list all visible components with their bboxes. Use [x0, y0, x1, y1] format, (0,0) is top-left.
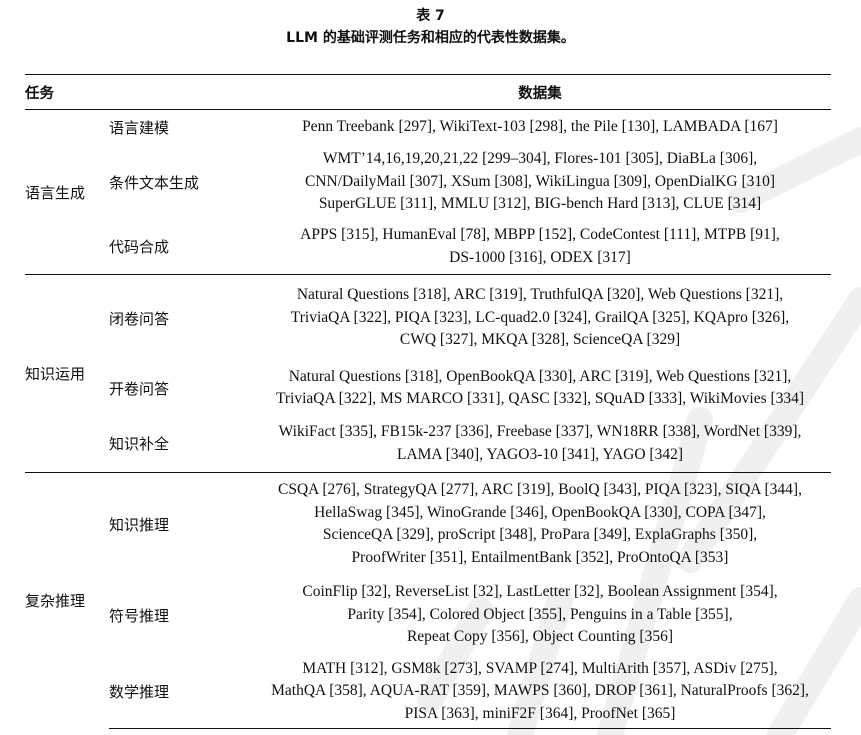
dataset-cell: CoinFlip [32], ReverseList [32], LastLet…: [302, 583, 778, 646]
dataset-cell: WMT’14,16,19,20,21,22 [299–304], Flores-…: [304, 150, 776, 213]
table-row: 知识补全 WikiFact [335], FB15k-237 [336], Fr…: [25, 415, 831, 473]
dataset-cell: APPS [315], HumanEval [78], MBPP [152], …: [300, 226, 780, 266]
table-row: 开卷问答 Natural Questions [318], OpenBookQA…: [25, 361, 831, 415]
table-title: LLM 的基础评测任务和相应的代表性数据集。: [286, 30, 575, 46]
dataset-cell: WikiFact [335], FB15k-237 [336], Freebas…: [278, 423, 802, 463]
benchmark-table: 任务 数据集 语言生成 语言建模 Penn Treebank [297], Wi…: [25, 74, 831, 729]
subtask-cell: 代码合成: [109, 238, 170, 256]
table-row: 代码合成 APPS [315], HumanEval [78], MBPP [1…: [25, 219, 831, 275]
table-row: 语言生成 语言建模 Penn Treebank [297], WikiText-…: [25, 110, 831, 201]
table-number: 表 7: [416, 8, 445, 24]
table-row: 知识运用 闭卷问答 Natural Questions [318], ARC […: [25, 274, 831, 473]
dataset-cell: Natural Questions [318], ARC [319], Trut…: [249, 274, 831, 361]
subtask-cell: 数学推理: [109, 655, 249, 729]
dataset-cell: Penn Treebank [297], WikiText-103 [298],…: [302, 118, 778, 136]
subtask-cell: 语言建模: [109, 119, 170, 137]
table-header-row: 任务 数据集: [25, 74, 831, 110]
group-language-generation: 语言生成: [25, 183, 86, 202]
table-row: 复杂推理 知识推理 CSQA [276], StrategyQA [277], …: [25, 472, 831, 729]
table-row: 条件文本生成 WMT’14,16,19,20,21,22 [299–304], …: [25, 145, 831, 219]
subtask-cell: 知识补全: [109, 435, 170, 453]
dataset-cell: CSQA [276], StrategyQA [277], ARC [319],…: [249, 472, 831, 575]
group-knowledge-utilization: 知识运用: [25, 274, 109, 473]
header-dataset: 数据集: [249, 74, 831, 110]
subtask-cell: 知识推理: [109, 472, 249, 575]
header-task: 任务: [25, 74, 249, 110]
dataset-cell: MATH [312], GSM8k [273], SVAMP [274], Mu…: [249, 655, 831, 729]
subtask-cell: 符号推理: [109, 606, 170, 625]
table-row: 符号推理 CoinFlip [32], ReverseList [32], La…: [25, 575, 831, 655]
subtask-cell: 开卷问答: [109, 379, 170, 398]
subtask-cell: 条件文本生成: [109, 173, 200, 192]
subtask-cell: 闭卷问答: [109, 274, 249, 361]
table-row: 数学推理 MATH [312], GSM8k [273], SVAMP [274…: [25, 655, 831, 729]
group-complex-reasoning: 复杂推理: [25, 472, 109, 729]
dataset-cell: Natural Questions [318], OpenBookQA [330…: [275, 367, 805, 408]
